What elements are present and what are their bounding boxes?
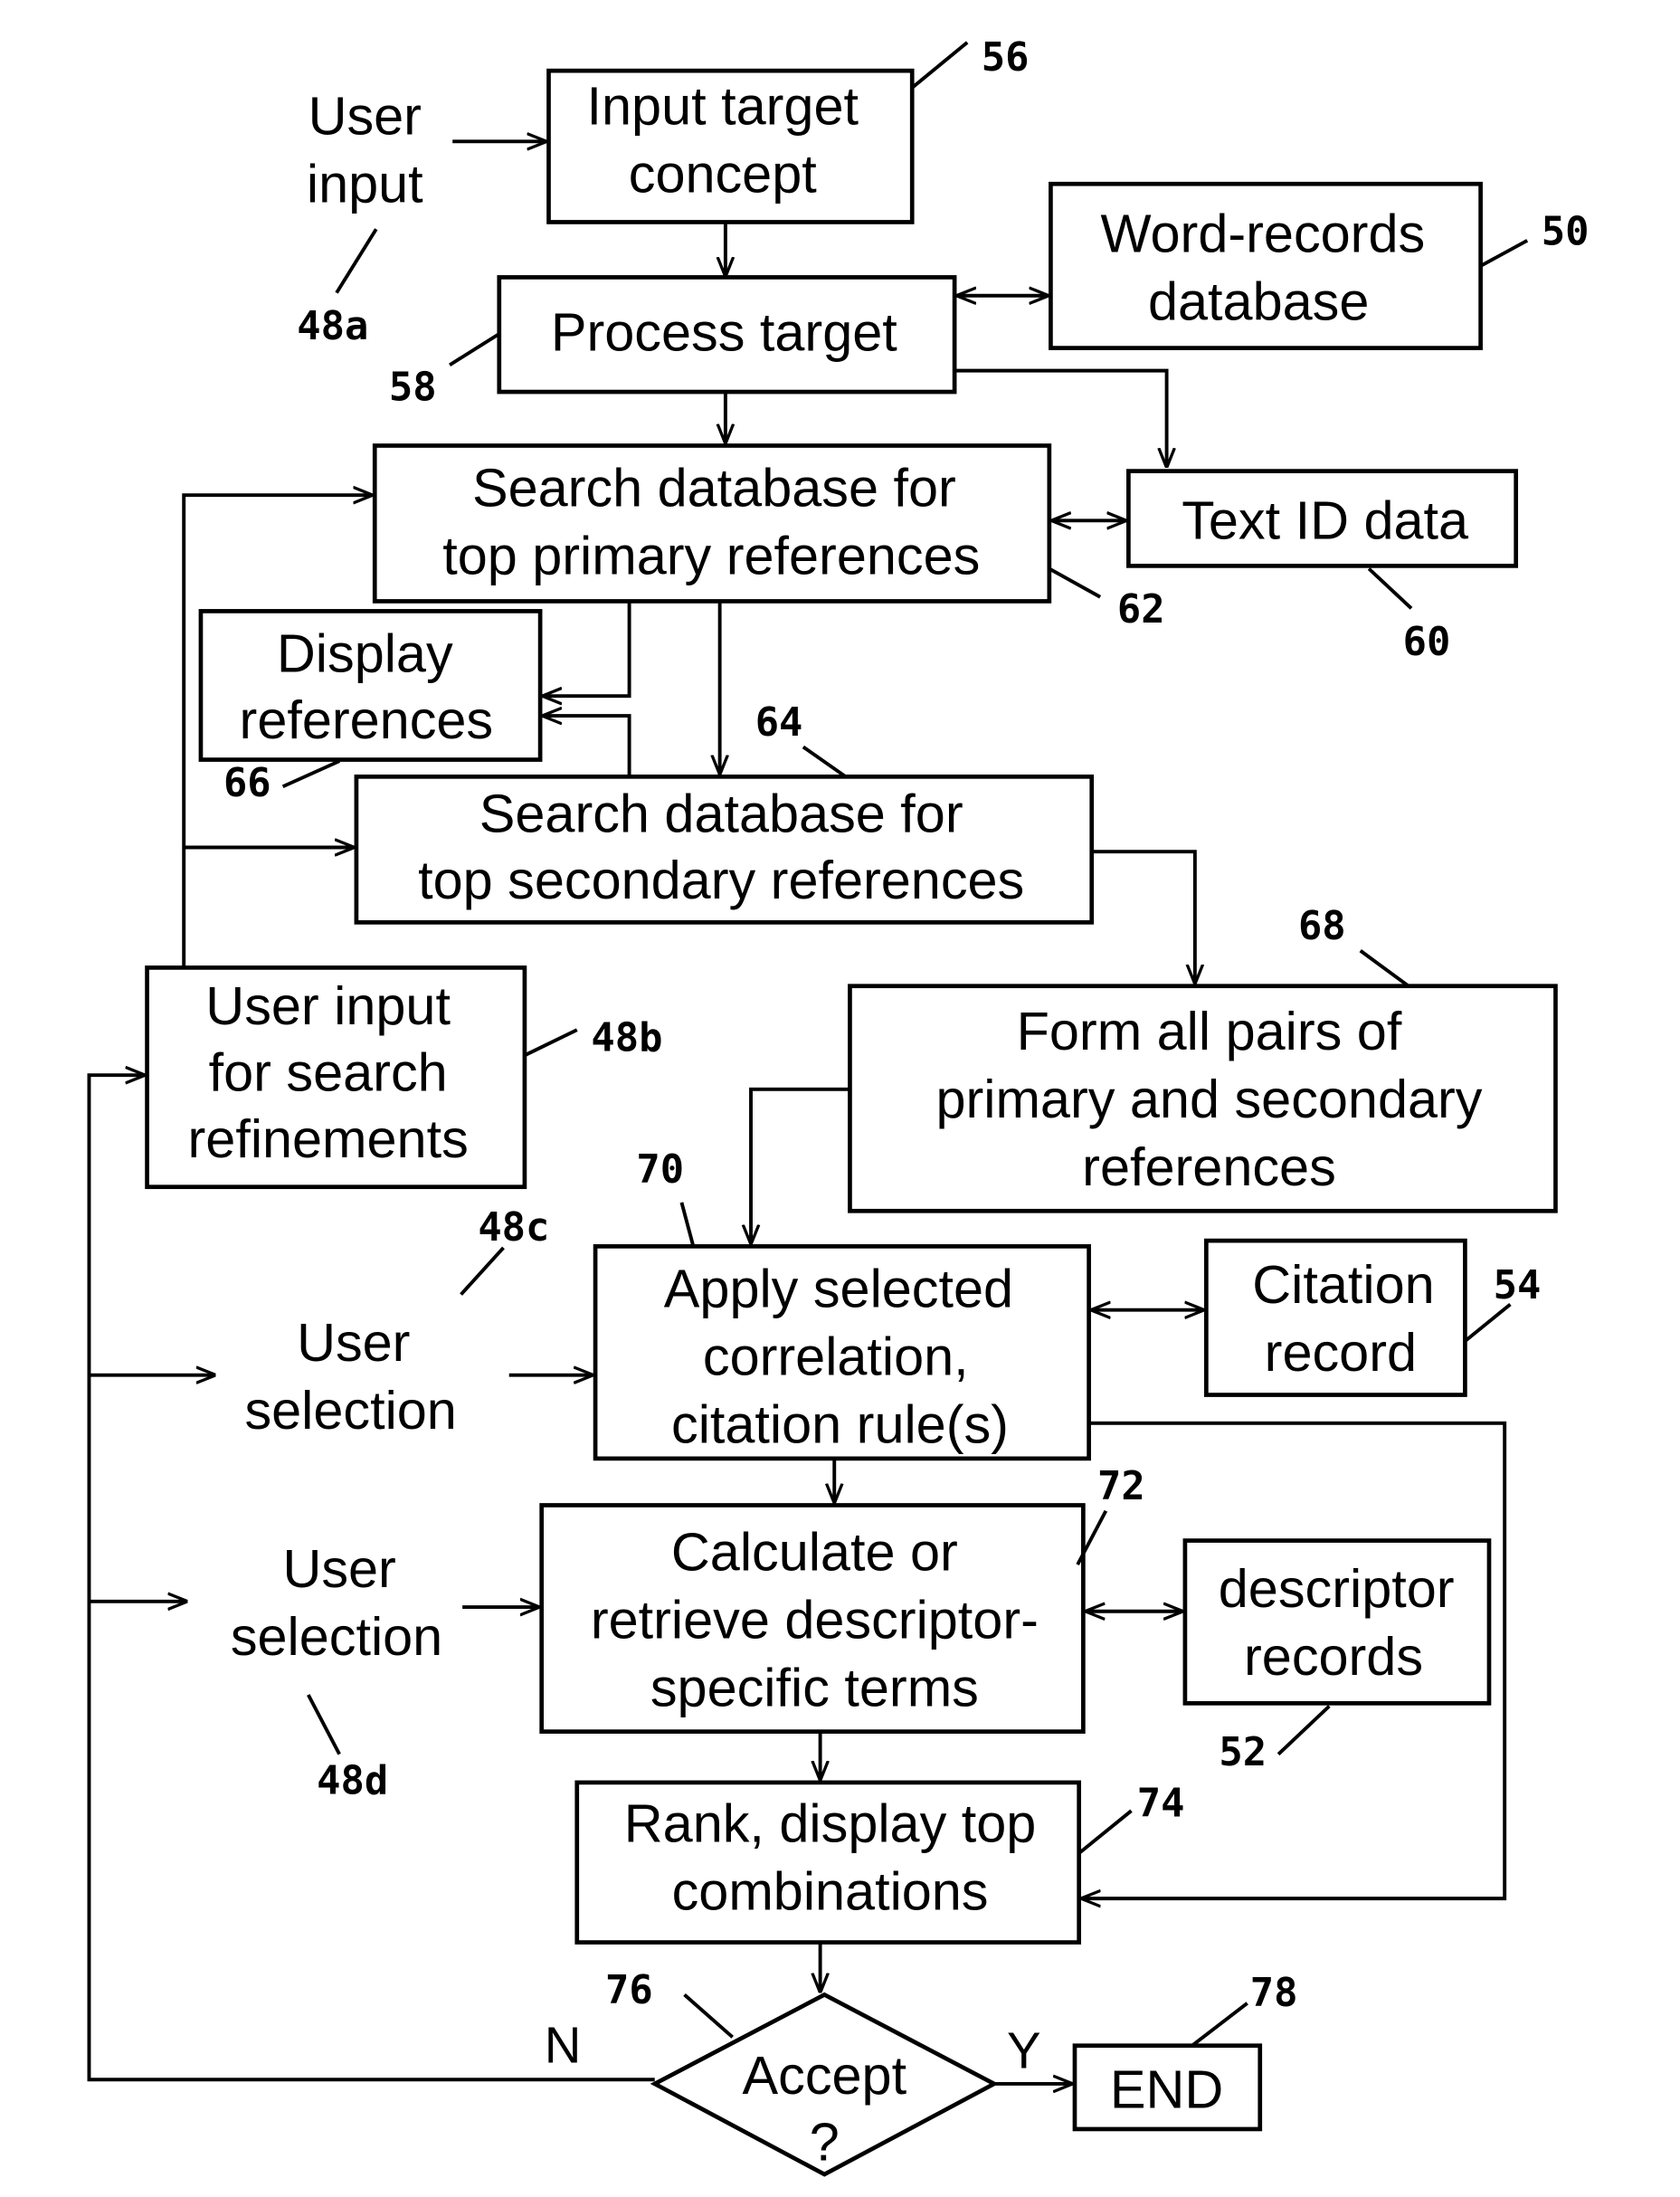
ref-numeral: 68 (1298, 903, 1346, 949)
ref-numeral: 48d (317, 1757, 388, 1803)
node-label: Form all pairs of (1017, 1001, 1402, 1061)
ref-numeral: 76 (605, 1967, 653, 2013)
node-user-refine: User input for search refinements (145, 965, 527, 1190)
node-label: User (282, 1538, 395, 1599)
node-label: descriptor (1219, 1558, 1455, 1619)
ref-numeral: 48b (591, 1015, 662, 1061)
node-label: correlation, (703, 1327, 969, 1387)
ref-numeral: 50 (1542, 208, 1590, 254)
node-label: User (308, 86, 422, 147)
node-label: references (1082, 1137, 1336, 1197)
node-label: Search database for (472, 458, 956, 518)
node-label: selection (231, 1606, 442, 1667)
node-end: END (1072, 2043, 1263, 2132)
branch-label-yes: Y (1007, 2022, 1041, 2079)
ref-numeral: 74 (1137, 1780, 1185, 1826)
node-calculate: Calculate or retrieve descriptor- specif… (539, 1503, 1086, 1734)
node-label: selection (244, 1380, 456, 1441)
node-label: Word-records (1101, 203, 1426, 263)
node-input-target: Input target concept (546, 68, 915, 224)
ref-numeral: 48a (297, 303, 368, 349)
node-label: citation rule(s) (671, 1394, 1009, 1455)
node-label: Process target (551, 302, 897, 363)
node-label: Rank, display top (624, 1793, 1037, 1854)
node-display-references: Display references (198, 609, 543, 762)
node-user-selection-d: User selection (231, 1538, 442, 1667)
flowchart: Input target concept Word-records databa… (87, 34, 1590, 2177)
node-user-selection-c: User selection (244, 1312, 456, 1441)
arrow-search-secondary-to-display (543, 716, 631, 777)
node-accept-decision: Accept ? (650, 1992, 999, 2177)
node-label: Accept (743, 2045, 907, 2106)
ref-numeral: 64 (755, 699, 803, 746)
node-label: records (1244, 1626, 1423, 1687)
node-form-pairs: Form all pairs of primary and secondary … (848, 984, 1558, 1213)
node-rank: Rank, display top combinations (574, 1780, 1082, 1945)
node-label: Search database for (479, 783, 963, 843)
node-label: Calculate or (671, 1521, 958, 1582)
node-label: concept (629, 144, 817, 204)
arrow-secondary-to-form-pairs (1091, 850, 1195, 983)
node-label: primary and secondary (935, 1069, 1482, 1129)
node-word-records: Word-records database (1049, 181, 1483, 350)
node-label: Citation (1252, 1254, 1434, 1315)
node-label: specific terms (650, 1657, 979, 1717)
ref-numeral: 56 (982, 34, 1030, 81)
arrow-form-pairs-to-apply (751, 1087, 850, 1243)
node-label: for search (209, 1041, 448, 1102)
node-user-input-a: User input (307, 86, 423, 214)
branch-label-no: N (545, 2016, 582, 2073)
ref-numeral: 72 (1097, 1463, 1145, 1509)
node-apply-rules: Apply selected correlation, citation rul… (593, 1244, 1091, 1461)
node-label: Text ID data (1182, 490, 1469, 551)
ref-numeral: 62 (1117, 586, 1165, 632)
node-label: input (307, 154, 423, 214)
ref-numeral: 78 (1250, 1970, 1298, 2016)
ref-numeral: 52 (1219, 1729, 1267, 1775)
ref-numeral: 66 (223, 760, 271, 806)
node-label: ? (810, 2111, 840, 2172)
ref-numeral: 54 (1494, 1262, 1542, 1308)
ref-numeral: 60 (1403, 619, 1451, 665)
node-label: database (1148, 271, 1369, 331)
node-citation-record: Citation record (1204, 1238, 1467, 1397)
node-text-id: Text ID data (1126, 469, 1519, 568)
node-label: Input target (587, 76, 859, 137)
node-label: top primary references (442, 526, 980, 586)
node-search-secondary: Search database for top secondary refere… (354, 774, 1095, 925)
node-label: Apply selected (664, 1259, 1013, 1319)
node-label: Display (277, 623, 453, 684)
node-label: END (1110, 2059, 1223, 2119)
node-label: retrieve descriptor- (591, 1589, 1039, 1650)
node-label: record (1265, 1322, 1417, 1383)
node-label: top secondary references (418, 850, 1024, 910)
node-label: refinements (188, 1108, 469, 1169)
ref-numeral: 58 (389, 364, 437, 410)
ref-numeral: 70 (636, 1146, 684, 1193)
arrow-search-primary-to-display (543, 601, 631, 696)
node-descriptor-records: descriptor records (1182, 1538, 1492, 1706)
node-label: User input (205, 975, 451, 1036)
node-search-primary: Search database for top primary referenc… (372, 443, 1052, 604)
node-label: combinations (672, 1861, 989, 1922)
node-process-target: Process target (497, 275, 957, 395)
ref-numeral: 48c (478, 1204, 549, 1251)
node-label: User (297, 1312, 410, 1373)
node-label: references (240, 690, 494, 750)
